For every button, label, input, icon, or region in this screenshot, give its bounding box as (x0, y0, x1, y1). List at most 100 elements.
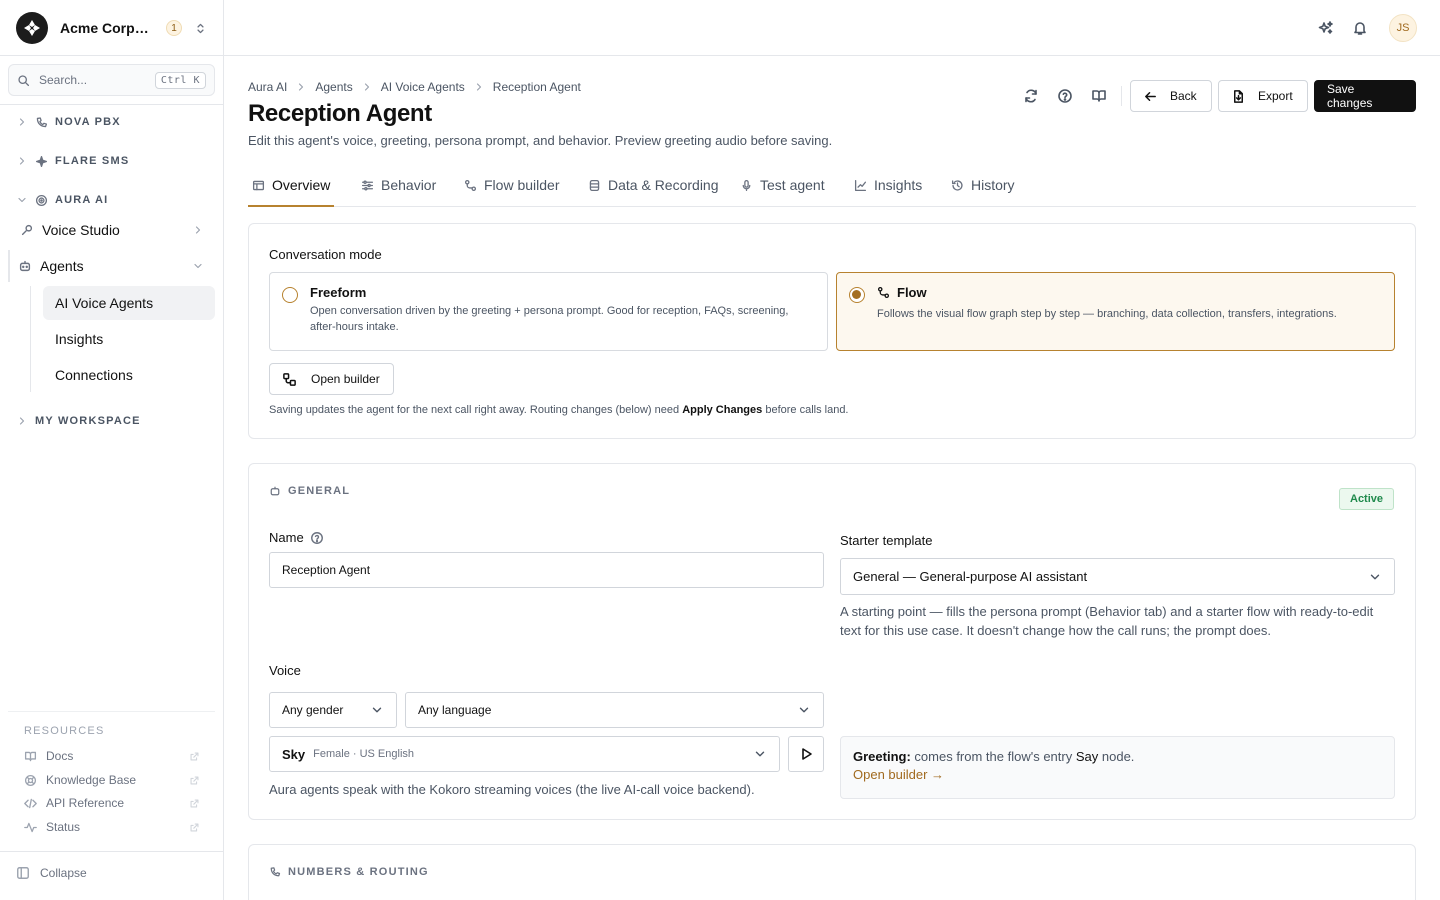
starter-template-select[interactable]: General — General-purpose AI assistant (840, 558, 1395, 595)
chevron-right-icon (299, 83, 304, 91)
mode-title: Flow (877, 285, 927, 300)
sidebar-item-connections[interactable]: Connections (43, 358, 215, 392)
back-button[interactable]: Back (1130, 80, 1212, 112)
phone-icon (36, 116, 48, 127)
open-builder-link[interactable]: Open builder → (853, 767, 1382, 782)
tab-flow-builder[interactable]: Flow builder (464, 164, 559, 206)
template-value: General — General-purpose AI assistant (853, 569, 1088, 584)
mode-option-freeform[interactable]: Freeform Open conversation driven by the… (269, 272, 828, 351)
sidebar-collapse-icon (17, 867, 29, 879)
help-circle-icon[interactable] (310, 531, 324, 545)
notifications-button[interactable] (1350, 18, 1370, 38)
name-value: Reception Agent (282, 563, 371, 577)
topbar: JS (224, 0, 1440, 56)
mic-icon (21, 224, 33, 236)
sidebar-item-label: Agents (40, 258, 84, 274)
tab-label: History (971, 177, 1015, 193)
save-changes-button[interactable]: Save changes (1314, 80, 1416, 112)
name-label-text: Name (269, 530, 304, 545)
radio-freeform[interactable] (282, 287, 298, 303)
greeting-node: Say (1075, 749, 1099, 764)
tab-label: Insights (874, 177, 923, 193)
resource-status[interactable]: Status (24, 818, 200, 836)
chevron-down-icon (194, 263, 202, 269)
divider (8, 711, 215, 712)
search-icon (18, 74, 30, 86)
tab-label: Behavior (381, 177, 437, 193)
tab-insights[interactable]: Insights (854, 164, 922, 206)
sidebar-item-voice-studio[interactable]: Voice Studio (12, 214, 212, 246)
tab-label: Test agent (760, 177, 825, 193)
arrow-left-icon (1145, 91, 1156, 101)
language-select[interactable]: Any language (405, 692, 824, 728)
collapse-sidebar-button[interactable]: Collapse (16, 866, 87, 880)
name-input[interactable]: Reception Agent (269, 552, 824, 588)
sliders-icon (361, 180, 374, 190)
refresh-button[interactable] (1021, 86, 1041, 106)
general-card: GENERAL Active Name Reception Agent Star… (248, 463, 1416, 820)
sidebar-group-my-workspace[interactable]: MY WORKSPACE (16, 411, 141, 431)
docs-button[interactable] (1089, 86, 1109, 106)
resource-docs[interactable]: Docs (24, 747, 200, 765)
breadcrumb: Aura AI Agents AI Voice Agents Reception… (248, 80, 581, 94)
breadcrumb-item[interactable]: AI Voice Agents (381, 80, 465, 94)
tab-behavior[interactable]: Behavior (361, 164, 436, 206)
play-voice-preview-button[interactable] (788, 736, 824, 772)
greeting-text: comes from the flow's entry (914, 749, 1073, 764)
sidebar-item-insights[interactable]: Insights (43, 322, 215, 356)
resource-api-reference[interactable]: API Reference (24, 794, 200, 812)
resources-heading: RESOURCES (24, 725, 105, 737)
database-icon (589, 179, 600, 191)
ai-assistant-button[interactable] (1316, 18, 1336, 38)
file-download-icon (1234, 89, 1243, 103)
sidebar-group-flare-sms[interactable]: FLARE SMS (16, 151, 129, 171)
sidebar-item-ai-voice-agents[interactable]: AI Voice Agents (43, 286, 215, 320)
chevron-right-icon (19, 118, 25, 126)
name-label: Name (269, 530, 324, 545)
sidebar-group-label: NOVA PBX (55, 116, 121, 128)
sidebar-group-label: AURA AI (55, 194, 109, 206)
sidebar-item-agents[interactable]: Agents (8, 250, 212, 282)
bot-icon (270, 486, 280, 496)
mode-option-flow[interactable]: Flow Follows the visual flow graph step … (836, 272, 1395, 351)
org-count-badge: 1 (166, 20, 182, 36)
sidebar-group-label: FLARE SMS (55, 155, 130, 167)
play-icon (802, 748, 812, 760)
radio-flow[interactable] (849, 287, 865, 303)
activity-icon (24, 822, 37, 832)
section-title: GENERAL (288, 485, 351, 497)
status-badge: Active (1339, 488, 1395, 510)
search-input[interactable]: Search... Ctrl K (8, 64, 215, 96)
org-switcher[interactable]: Acme Corporation 1 (16, 12, 212, 44)
sidebar-group-aura-ai[interactable]: AURA AI (16, 190, 108, 210)
note-apply-changes: Apply Changes (682, 404, 763, 416)
resource-label: Knowledge Base (46, 773, 137, 787)
voice-select[interactable]: Sky Female · US English (269, 736, 780, 772)
tab-overview[interactable]: Overview (248, 164, 335, 207)
tab-history[interactable]: History (951, 164, 1015, 206)
greeting-info: Greeting: comes from the flow's entry Sa… (840, 736, 1395, 799)
resource-label: Docs (46, 749, 74, 763)
tab-test-agent[interactable]: Test agent (740, 164, 825, 206)
bot-icon (19, 260, 31, 272)
layout-icon (252, 180, 265, 190)
flow-icon (464, 179, 477, 191)
help-button[interactable] (1055, 86, 1075, 106)
sparkle-icon (35, 155, 48, 167)
resource-knowledge-base[interactable]: Knowledge Base (24, 771, 200, 789)
sidebar-group-nova-pbx[interactable]: NOVA PBX (16, 112, 121, 132)
breadcrumb-item[interactable]: Aura AI (248, 80, 287, 94)
page-title: Reception Agent (248, 100, 432, 127)
greeting-text: node. (1101, 749, 1135, 764)
divider (0, 851, 224, 852)
external-link-icon (190, 776, 199, 784)
tab-data-recording[interactable]: Data & Recording (588, 164, 719, 206)
open-builder-button[interactable]: Open builder (269, 363, 394, 395)
gender-select[interactable]: Any gender (269, 692, 397, 728)
org-logo (16, 12, 48, 44)
voice-help: Aura agents speak with the Kokoro stream… (269, 782, 755, 797)
avatar[interactable]: JS (1389, 14, 1417, 42)
export-button[interactable]: Export (1218, 80, 1308, 112)
sidebar: Acme Corporation 1 Search... Ctrl K NOVA… (0, 0, 224, 900)
breadcrumb-item[interactable]: Agents (315, 80, 352, 94)
